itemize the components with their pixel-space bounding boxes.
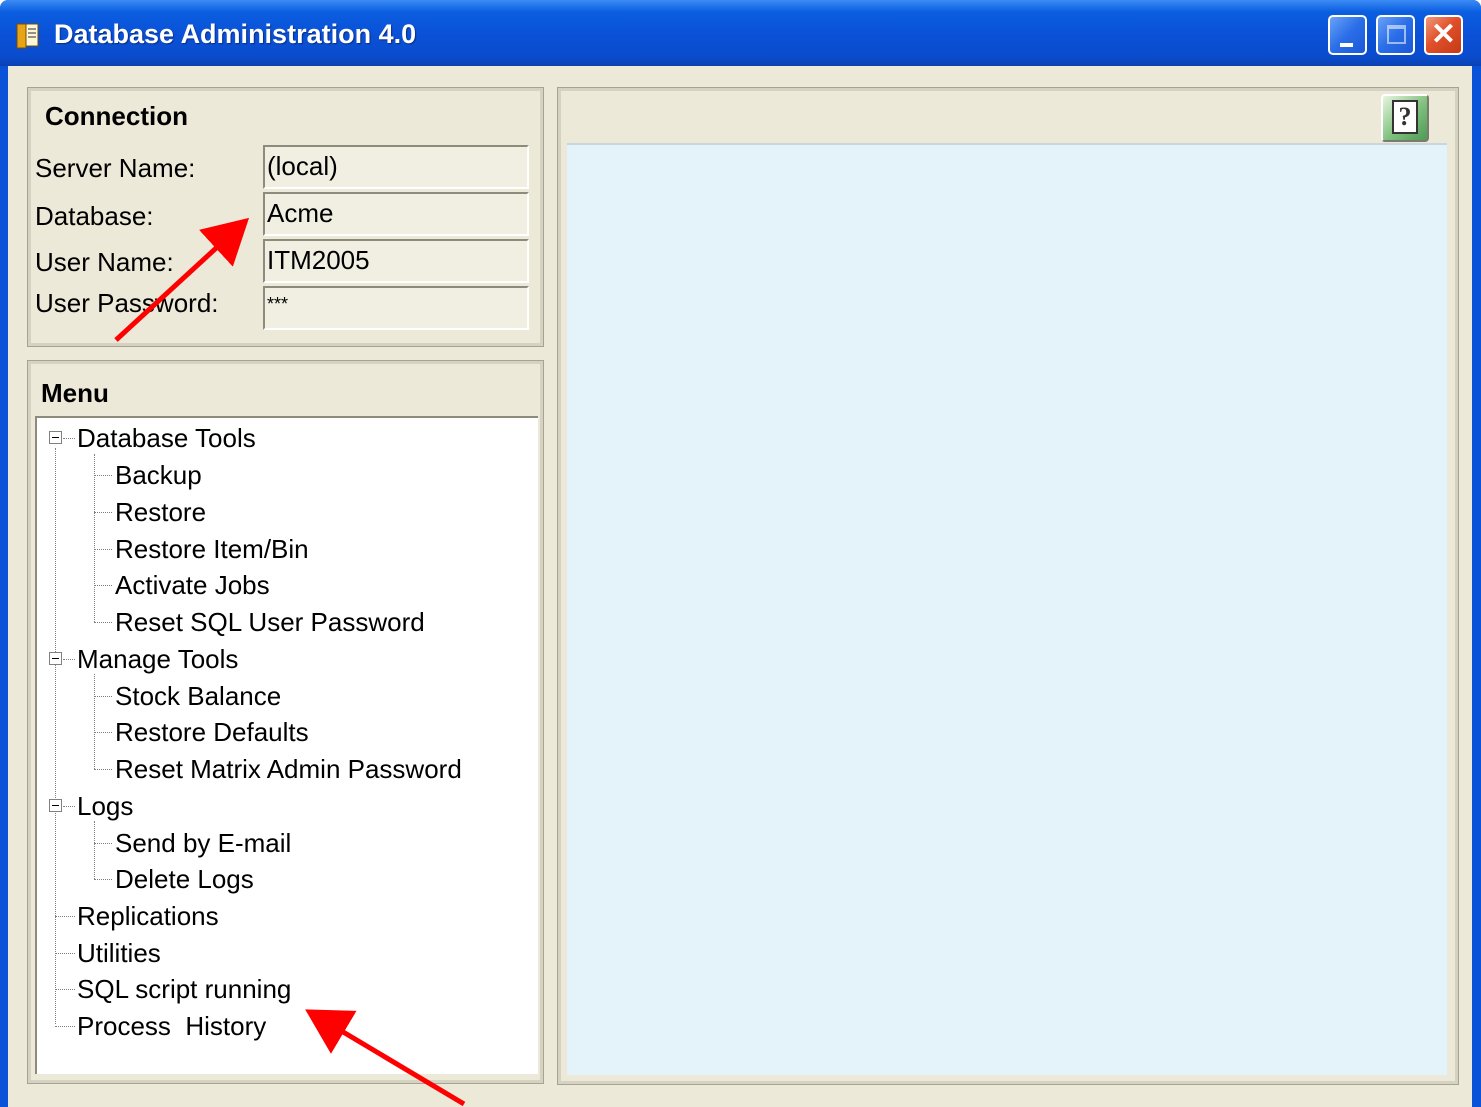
tree-connector: [55, 916, 75, 917]
menu-group: Menu Database Tools Backup Restore Resto…: [27, 360, 544, 1084]
tree-connector: [94, 843, 112, 844]
tree-item-logs[interactable]: Logs: [77, 791, 133, 821]
tree-connector: [63, 659, 75, 660]
book-icon: [16, 23, 39, 49]
tree-item-process-history[interactable]: Process History: [77, 1011, 266, 1041]
minimize-button[interactable]: [1328, 15, 1367, 55]
tree-item-activate-jobs[interactable]: Activate Jobs: [115, 570, 270, 600]
tree-connector: [94, 512, 112, 513]
tree-branch-line-manage-tools: [94, 674, 95, 769]
user-name-label: User Name:: [35, 247, 174, 277]
client-area: Connection Server Name: (local) Database…: [8, 66, 1472, 1107]
tree-connector: [94, 585, 112, 586]
maximize-button[interactable]: [1376, 15, 1415, 55]
tree-connector: [94, 549, 112, 550]
tree-connector: [94, 879, 112, 880]
tree-branch-line-logs: [94, 821, 95, 879]
tree-item-restore-defaults[interactable]: Restore Defaults: [115, 717, 309, 747]
tree-connector: [94, 732, 112, 733]
tree-connector: [94, 769, 112, 770]
content-panel: ?: [557, 87, 1459, 1085]
tree-connector: [94, 622, 112, 623]
menu-tree[interactable]: Database Tools Backup Restore Restore It…: [35, 416, 538, 1074]
window-title: Database Administration 4.0: [54, 19, 417, 49]
tree-item-delete-logs[interactable]: Delete Logs: [115, 864, 254, 894]
tree-connector: [55, 989, 75, 990]
connection-group: Connection Server Name: (local) Database…: [27, 87, 544, 347]
server-name-label: Server Name:: [35, 153, 196, 183]
tree-item-backup[interactable]: Backup: [115, 460, 202, 490]
tree-item-manage-tools[interactable]: Manage Tools: [77, 644, 238, 674]
title-bar[interactable]: Database Administration 4.0 ✕: [0, 0, 1481, 66]
tree-connector: [55, 953, 75, 954]
tree-branch-line-database-tools: [94, 454, 95, 622]
tree-connector: [94, 696, 112, 697]
tree-connector: [63, 806, 75, 807]
tree-item-utilities[interactable]: Utilities: [77, 938, 161, 968]
tree-item-replications[interactable]: Replications: [77, 901, 219, 931]
tree-connector: [63, 438, 75, 439]
close-button[interactable]: ✕: [1424, 15, 1463, 55]
collapse-database-tools-icon[interactable]: [49, 431, 62, 444]
menu-title: Menu: [41, 378, 109, 408]
tree-item-restore-item-bin[interactable]: Restore Item/Bin: [115, 534, 309, 564]
tree-connector: [94, 475, 112, 476]
user-password-field[interactable]: ***: [263, 286, 529, 330]
server-name-field[interactable]: (local): [263, 145, 529, 189]
help-button[interactable]: ?: [1381, 94, 1429, 142]
close-icon: ✕: [1430, 18, 1457, 51]
tree-item-sql-script-running[interactable]: SQL script running: [77, 974, 291, 1004]
user-password-label: User Password:: [35, 288, 219, 318]
help-icon: ?: [1392, 100, 1418, 134]
collapse-logs-icon[interactable]: [49, 799, 62, 812]
app-window: Database Administration 4.0 ✕ Connection…: [0, 0, 1481, 1107]
content-area: [567, 143, 1447, 1075]
tree-item-database-tools[interactable]: Database Tools: [77, 423, 256, 453]
tree-item-send-by-email[interactable]: Send by E-mail: [115, 828, 291, 858]
tree-item-stock-balance[interactable]: Stock Balance: [115, 681, 281, 711]
connection-title: Connection: [45, 101, 188, 131]
tree-connector: [55, 1026, 75, 1027]
tree-item-reset-sql-user-password[interactable]: Reset SQL User Password: [115, 607, 425, 637]
database-label: Database:: [35, 201, 154, 231]
user-name-field[interactable]: ITM2005: [263, 239, 529, 283]
menu-header: Menu: [31, 364, 540, 416]
tree-root-line: [55, 448, 56, 1024]
database-field[interactable]: Acme: [263, 192, 529, 236]
tree-item-restore[interactable]: Restore: [115, 497, 206, 527]
maximize-icon: [1387, 25, 1406, 44]
collapse-manage-tools-icon[interactable]: [49, 652, 62, 665]
minimize-icon: [1340, 43, 1353, 47]
tree-item-reset-matrix-admin-password[interactable]: Reset Matrix Admin Password: [115, 754, 462, 784]
